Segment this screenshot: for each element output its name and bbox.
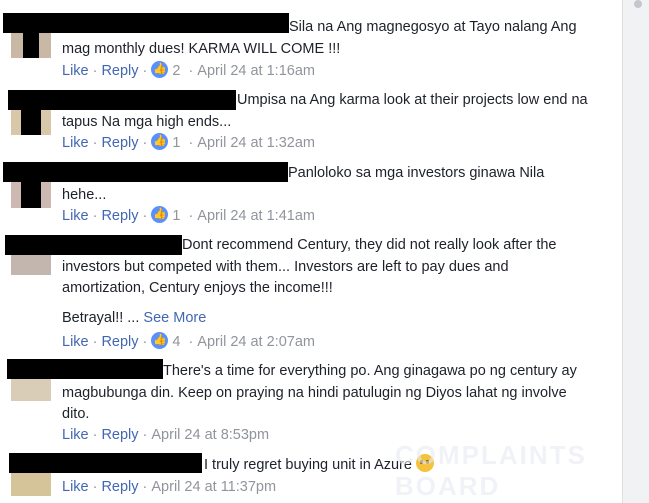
comment-text-line: Sila na Ang magnegosyo at Tayo nalang An… [289, 19, 577, 35]
reply-link[interactable]: Reply [101, 479, 138, 495]
like-link[interactable]: Like [62, 63, 89, 79]
reply-link[interactable]: Reply [101, 63, 138, 79]
comment-text-line: tapus Na mga high ends... [62, 113, 232, 130]
like-link[interactable]: Like [62, 208, 89, 224]
comment-text-line: hehe... [62, 186, 107, 203]
comment-text-line: Dont recommend Century, they did not rea… [182, 237, 557, 253]
like-reaction-icon[interactable] [151, 206, 169, 223]
comment-actions: Like·Reply·2·April 24 at 1:16am [62, 61, 315, 81]
timestamp[interactable]: April 24 at 8:53pm [151, 427, 269, 443]
likes-count[interactable]: 4 [172, 334, 180, 350]
comment-text: Panloloko sa mga investors ginawa Nila h… [62, 163, 602, 206]
comment-text-line: Umpisa na Ang karma look at their projec… [237, 92, 588, 108]
likes-count[interactable]: 2 [172, 63, 180, 79]
like-reaction-icon[interactable] [151, 133, 169, 150]
like-link[interactable]: Like [62, 135, 89, 151]
comment-actions: Like·Reply·4·April 24 at 2:07am [62, 332, 315, 352]
see-more-link[interactable]: See More [143, 310, 206, 326]
comment-text: Sila na Ang magnegosyo at Tayo nalang An… [62, 17, 602, 60]
likes-count[interactable]: 1 [172, 208, 180, 224]
comment-text-line: magbubunga din. Keep on praying na hindi… [62, 384, 567, 401]
reply-link[interactable]: Reply [101, 135, 138, 151]
timestamp[interactable]: April 24 at 1:16am [197, 63, 315, 79]
like-reaction-icon[interactable] [151, 61, 169, 78]
comment-text-line: There's a time for everything po. Ang gi… [163, 363, 577, 379]
like-reaction-icon[interactable] [151, 332, 169, 349]
scrollbar-track[interactable] [622, 0, 649, 503]
comment-feed: Sila na Ang magnegosyo at Tayo nalang An… [0, 0, 622, 503]
reply-link[interactable]: Reply [101, 334, 138, 350]
comment-text-line: Betrayal!! ... [62, 310, 140, 326]
timestamp[interactable]: April 24 at 1:32am [197, 135, 315, 151]
like-link[interactable]: Like [62, 427, 89, 443]
comment-text: Umpisa na Ang karma look at their projec… [62, 90, 602, 133]
timestamp[interactable]: April 24 at 11:37pm [151, 479, 276, 495]
comment-text: I truly regret buying unit in Azure [62, 454, 434, 477]
like-link[interactable]: Like [62, 479, 89, 495]
comment-text-continued: Betrayal!! ... See More [62, 308, 206, 330]
comment-actions: Like·Reply·1·April 24 at 1:41am [62, 206, 315, 226]
comment-text-line: investors but competed with them... Inve… [62, 258, 509, 275]
comment-actions: Like·Reply·1·April 24 at 1:32am [62, 133, 315, 153]
comment-text-line: amortization, Century enjoys the income!… [62, 280, 333, 296]
comment-text: Dont recommend Century, they did not rea… [62, 235, 607, 300]
comment-text-line: dito. [62, 406, 90, 422]
likes-count[interactable]: 1 [172, 135, 180, 151]
comment-text-line: Panloloko sa mga investors ginawa Nila [288, 165, 545, 181]
reply-link[interactable]: Reply [101, 208, 138, 224]
timestamp[interactable]: April 24 at 2:07am [197, 334, 315, 350]
comment-text-line: I truly regret buying unit in Azure [204, 457, 412, 473]
watermark: COMPLAINTS BOARD [395, 440, 587, 501]
scrollbar-thumb[interactable] [634, 0, 642, 8]
comment-actions: Like · Reply · April 24 at 11:37pm [62, 479, 277, 495]
timestamp[interactable]: April 24 at 1:41am [197, 208, 315, 224]
comment-text: There's a time for everything po. Ang gi… [62, 361, 612, 426]
comment-text-line: mag monthly dues! KARMA WILL COME !!! [62, 40, 341, 57]
like-link[interactable]: Like [62, 334, 89, 350]
comment-actions: Like · Reply · April 24 at 8:53pm [62, 427, 270, 443]
reply-link[interactable]: Reply [101, 427, 138, 443]
